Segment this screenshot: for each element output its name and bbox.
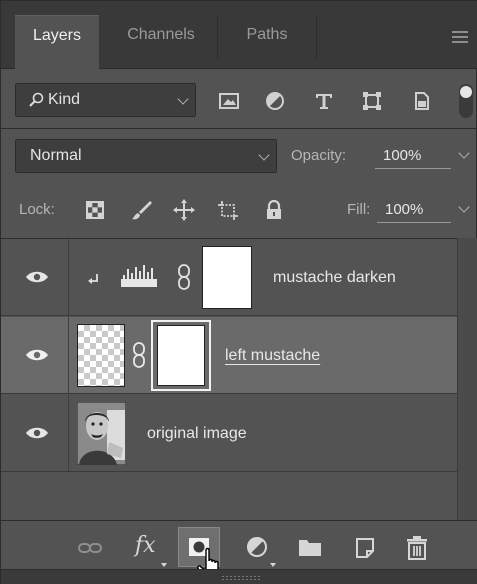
visibility-column[interactable] <box>1 317 69 393</box>
smart-object-filter-icon[interactable] <box>410 90 432 112</box>
lock-label: Lock: <box>19 201 55 218</box>
layer-mask-thumbnail[interactable] <box>202 246 252 309</box>
chain-link-icon[interactable] <box>177 263 191 291</box>
new-adjustment-layer-icon[interactable] <box>245 535 271 561</box>
layer-name[interactable]: left mustache <box>225 347 320 365</box>
clipping-mask-icon <box>88 274 98 284</box>
chain-link-icon[interactable] <box>132 341 146 369</box>
image-filter-icon[interactable] <box>218 90 240 112</box>
fill-value[interactable]: 100% <box>385 201 423 218</box>
panel-menu-icon[interactable] <box>452 31 468 43</box>
blend-row: Normal Opacity: 100% <box>1 129 477 183</box>
filter-toggle[interactable] <box>459 84 473 118</box>
fill-label: Fill: <box>347 201 371 218</box>
eye-icon[interactable] <box>25 426 49 440</box>
blend-mode-dropdown[interactable]: Normal <box>15 139 277 173</box>
link-layers-icon[interactable] <box>77 535 103 561</box>
eye-icon[interactable] <box>25 270 49 284</box>
fx-dropdown-arrow <box>161 563 167 567</box>
panel-tab-bar: Layers Channels Paths <box>1 1 477 69</box>
adjustment-dropdown-arrow <box>270 563 276 567</box>
fill-chevron-icon[interactable] <box>458 201 470 213</box>
layer-row-original-image[interactable]: original image <box>1 395 457 472</box>
filter-toggle-knob <box>460 86 472 98</box>
layer-name[interactable]: mustache darken <box>273 269 396 287</box>
layer-row-left-mustache[interactable]: left mustache <box>1 317 457 394</box>
opacity-label: Opacity: <box>291 147 347 164</box>
search-icon <box>29 92 44 107</box>
type-filter-icon[interactable] <box>313 90 335 112</box>
layer-name[interactable]: original image <box>147 425 247 443</box>
lock-image-pixels-icon[interactable] <box>131 199 153 221</box>
filter-kind-dropdown[interactable]: Kind <box>15 83 196 117</box>
eye-icon[interactable] <box>25 348 49 362</box>
layer-row-mustache-darken[interactable]: mustache darken <box>1 239 457 316</box>
delete-icon[interactable] <box>404 535 430 561</box>
lock-position-icon[interactable] <box>173 199 195 221</box>
new-group-icon[interactable] <box>297 535 323 561</box>
lock-row: Lock: Fill: 100% <box>1 183 477 238</box>
layer-thumbnail-transparent[interactable] <box>77 324 125 387</box>
opacity-chevron-icon[interactable] <box>458 147 470 159</box>
adjustment-filter-icon[interactable] <box>264 90 286 112</box>
tab-layers[interactable]: Layers <box>15 15 99 69</box>
layers-panel: Layers Channels Paths Kind Normal Opacit… <box>0 0 477 584</box>
tab-paths[interactable]: Paths <box>218 15 316 69</box>
fx-icon[interactable]: fx <box>135 533 156 558</box>
opacity-underline <box>375 168 451 169</box>
new-layer-icon[interactable] <box>353 535 379 561</box>
layers-scrollbar[interactable] <box>457 238 477 520</box>
shape-filter-icon[interactable] <box>361 90 383 112</box>
visibility-column[interactable] <box>1 395 69 471</box>
resize-grip-icon[interactable] <box>221 575 261 581</box>
filter-row: Kind <box>1 70 477 128</box>
blend-mode-value: Normal <box>30 147 82 164</box>
chevron-down-icon <box>258 149 270 161</box>
photo-thumbnail[interactable] <box>77 402 126 465</box>
chevron-down-icon <box>177 93 189 105</box>
fill-underline <box>377 222 451 223</box>
levels-adjustment-icon <box>121 265 157 287</box>
layer-mask-thumbnail[interactable] <box>157 325 205 386</box>
filter-kind-label: Kind <box>48 91 81 108</box>
prevent-autonest-icon[interactable] <box>217 199 239 221</box>
lock-all-icon[interactable] <box>263 199 285 221</box>
tab-divider <box>316 15 317 59</box>
lock-transparent-pixels-icon[interactable] <box>84 199 106 221</box>
tab-channels[interactable]: Channels <box>105 15 217 69</box>
opacity-value[interactable]: 100% <box>383 147 421 164</box>
visibility-column[interactable] <box>1 239 69 315</box>
panel-resize-bar[interactable] <box>1 569 477 584</box>
